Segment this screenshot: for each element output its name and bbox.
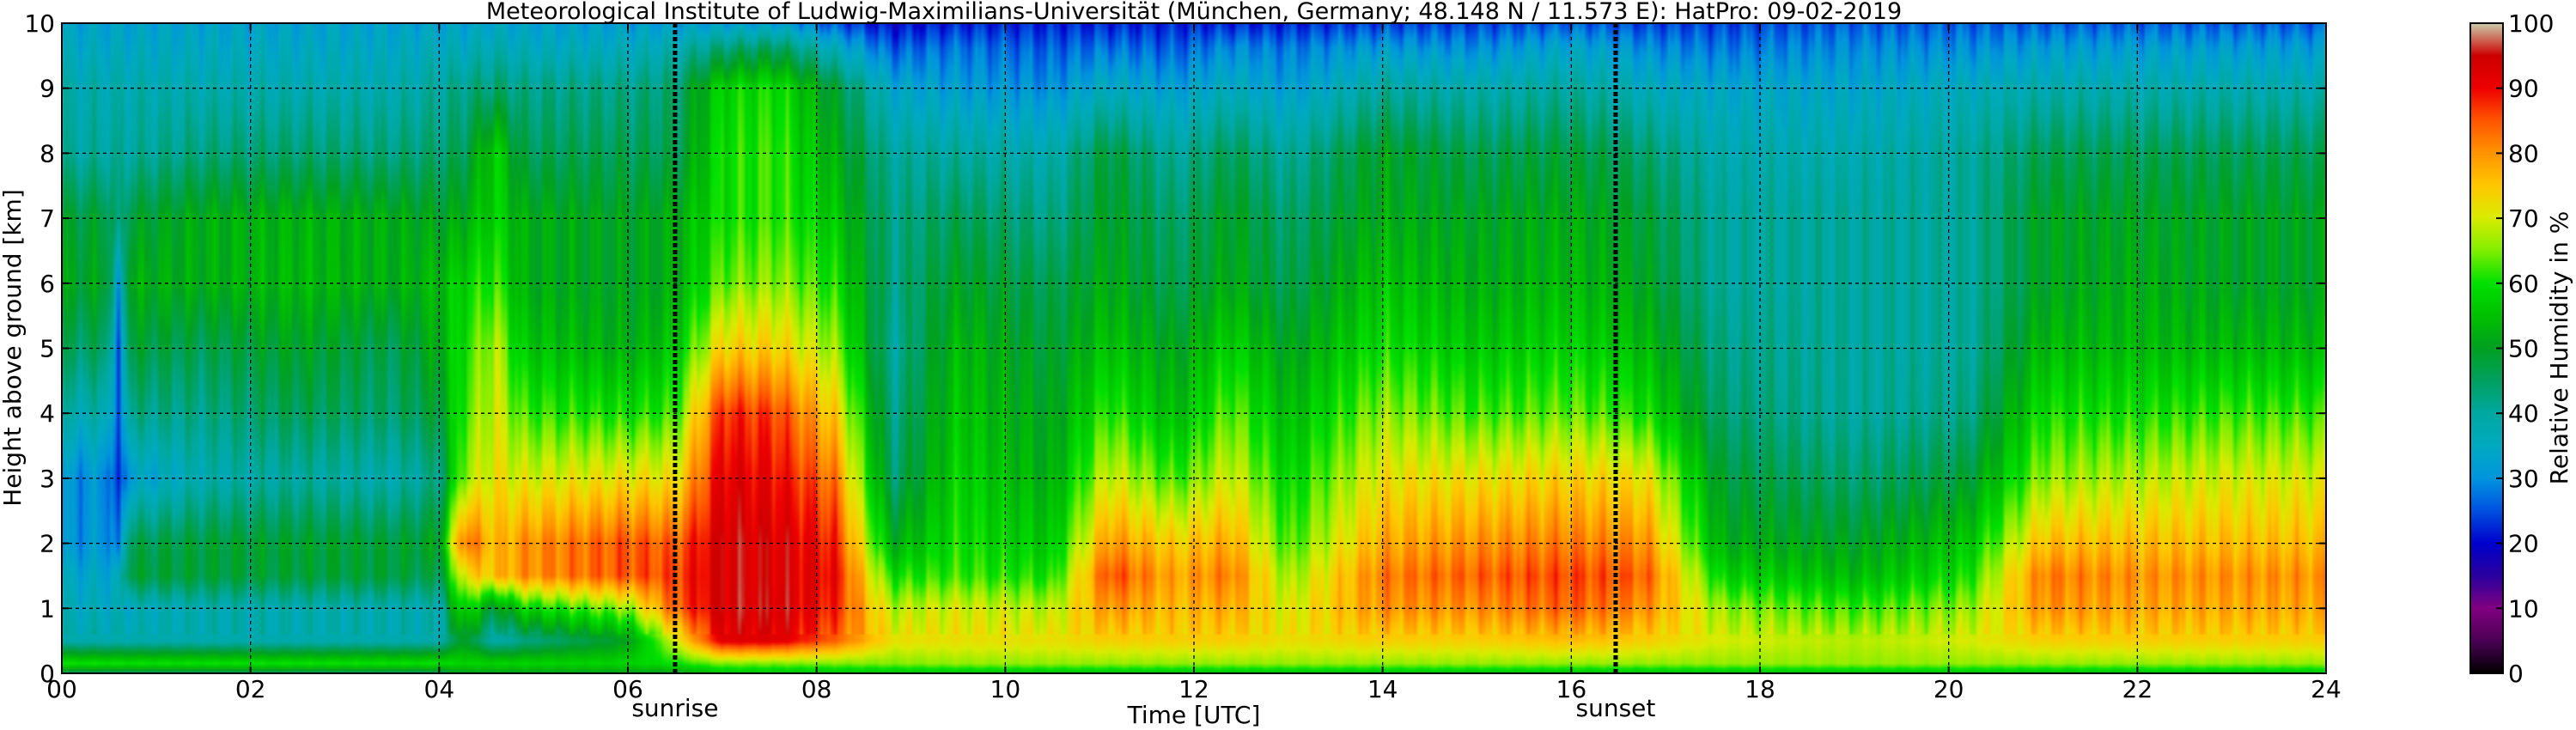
y-tick-label: 4 [40,399,55,428]
x-tick-label: 08 [801,675,832,703]
x-tick-label: 22 [2122,675,2153,703]
colorbar-tick-label: 0 [2508,660,2524,688]
y-tick-label: 0 [40,660,55,688]
colorbar-tick-label: 30 [2508,465,2539,493]
colorbar-label: Relative Humidity in % [2545,211,2573,485]
y-tick-label: 7 [40,204,55,233]
x-tick-label: 14 [1367,675,1398,703]
chart-title: Meteorological Institute of Ludwig-Maxim… [486,0,1902,25]
x-tick-label: 12 [1178,675,1209,703]
x-tick-label: 10 [990,675,1021,703]
colorbar-tick-label: 40 [2508,399,2539,428]
y-tick-label: 5 [40,335,55,363]
colorbar-tick-label: 20 [2508,530,2539,558]
y-tick-label: 6 [40,270,55,298]
colorbar-tick-label: 10 [2508,594,2539,623]
y-tick-label: 3 [40,465,55,493]
x-tick-label: 18 [1745,675,1775,703]
colorbar-tick-label: 80 [2508,139,2539,167]
colorbar-tick-label: 60 [2508,270,2539,298]
colorbar-tick-label: 50 [2508,335,2539,363]
colorbar-tick-label: 70 [2508,204,2539,233]
colorbar-tick-label: 100 [2508,9,2554,38]
sunrise-label: sunrise [631,694,718,722]
x-tick-label: 04 [424,675,455,703]
colorbar-tick-label: 90 [2508,75,2539,103]
x-tick-label: 20 [1934,675,1964,703]
x-tick-label: 02 [235,675,266,703]
y-tick-label: 9 [40,75,55,103]
y-tick-label: 1 [40,594,55,623]
x-tick-label: 16 [1556,675,1587,703]
rh-time-height-chart: Meteorological Institute of Ludwig-Maxim… [0,0,2573,729]
x-axis-label: Time [UTC] [1127,701,1261,729]
y-axis-label: Height above ground [km] [0,189,27,507]
sunset-label: sunset [1576,694,1656,722]
y-tick-label: 2 [40,530,55,558]
y-tick-label: 10 [24,9,55,38]
x-tick-label: 24 [2311,675,2342,703]
colorbar: 0 10 20 30 40 50 60 70 80 90 100 Relative Humidity… [2469,9,2573,688]
y-tick-label: 8 [40,139,55,167]
x-tick-label: 06 [612,675,643,703]
